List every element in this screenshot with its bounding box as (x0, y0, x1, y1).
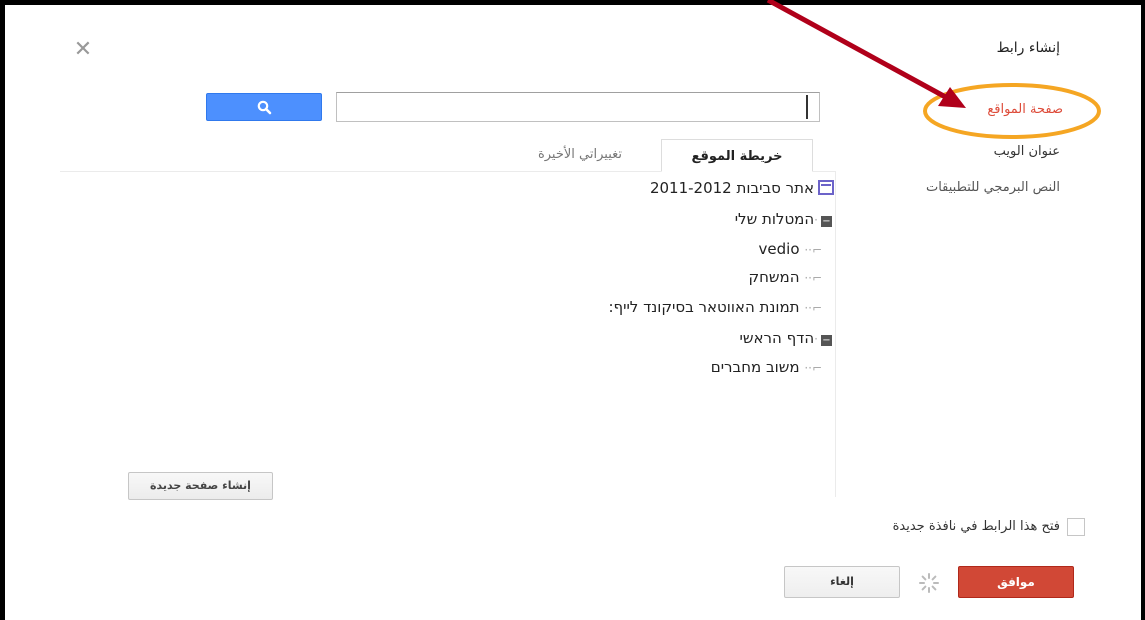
create-new-page-button[interactable]: إنشاء صفحة جديدة (128, 472, 273, 500)
tree-connector: ⌐·· (804, 271, 822, 285)
sidebar-item-site-pages[interactable]: صفحة المواقع (987, 102, 1063, 117)
search-input[interactable] (336, 92, 820, 122)
tab-recent-changes[interactable]: تغييراتي الأخيرة (505, 139, 655, 171)
new-window-checkbox[interactable] (1067, 518, 1085, 536)
loading-spinner-icon (919, 573, 939, 593)
tree-item-label: תמונת האווטאר בסיקונד לייף: (608, 298, 800, 316)
tree-item-peer-feedback[interactable]: ⌐·· משוב מחברים (711, 358, 822, 376)
tree-root-label: אתר סביבות 2011-2012 (649, 179, 814, 197)
dialog-title: إنشاء رابط (996, 40, 1060, 56)
search-icon (257, 100, 272, 115)
sidebar-item-apps-script[interactable]: النص البرمجي للتطبيقات (926, 180, 1060, 195)
tree-item-game[interactable]: ⌐·· המשחק (748, 268, 822, 286)
tree-item-label: משוב מחברים (710, 358, 800, 376)
close-icon[interactable]: ✕ (71, 38, 95, 62)
tree-root[interactable]: אתר סביבות 2011-2012 (650, 179, 834, 197)
tree-connector: ⌐·· (804, 361, 822, 375)
tab-sitemap[interactable]: خريطة الموقع (661, 139, 813, 172)
tree-item-my-tasks[interactable]: −·המטלות שלי (735, 210, 832, 228)
tree-connector: ⌐·· (804, 243, 822, 257)
text-cursor (806, 95, 808, 119)
tree-item-label: הדף הראשי (739, 329, 815, 347)
tree-panel-border (835, 172, 836, 497)
ok-button[interactable]: موافق (958, 566, 1074, 598)
tree-connector: ⌐·· (804, 301, 822, 315)
new-window-label: فتح هذا الرابط في نافذة جديدة (892, 519, 1060, 534)
sidebar-item-web-address[interactable]: عنوان الويب (994, 144, 1060, 159)
tree-item-vedio[interactable]: ⌐·· vedio (759, 240, 822, 258)
collapse-icon: − (821, 216, 832, 227)
tree-item-avatar-image[interactable]: ⌐·· תמונת האווטאר בסיקונד לייף: (608, 298, 822, 316)
site-icon (818, 180, 834, 195)
collapse-icon: − (821, 335, 832, 346)
tree-item-label: המטלות שלי (734, 210, 815, 228)
tree-item-label: המשחק (748, 268, 800, 286)
tree-item-label: vedio (758, 240, 800, 258)
search-button[interactable] (206, 93, 322, 121)
tree-item-home-page[interactable]: −·הדף הראשי (740, 329, 832, 347)
cancel-button[interactable]: إلغاء (784, 566, 900, 598)
